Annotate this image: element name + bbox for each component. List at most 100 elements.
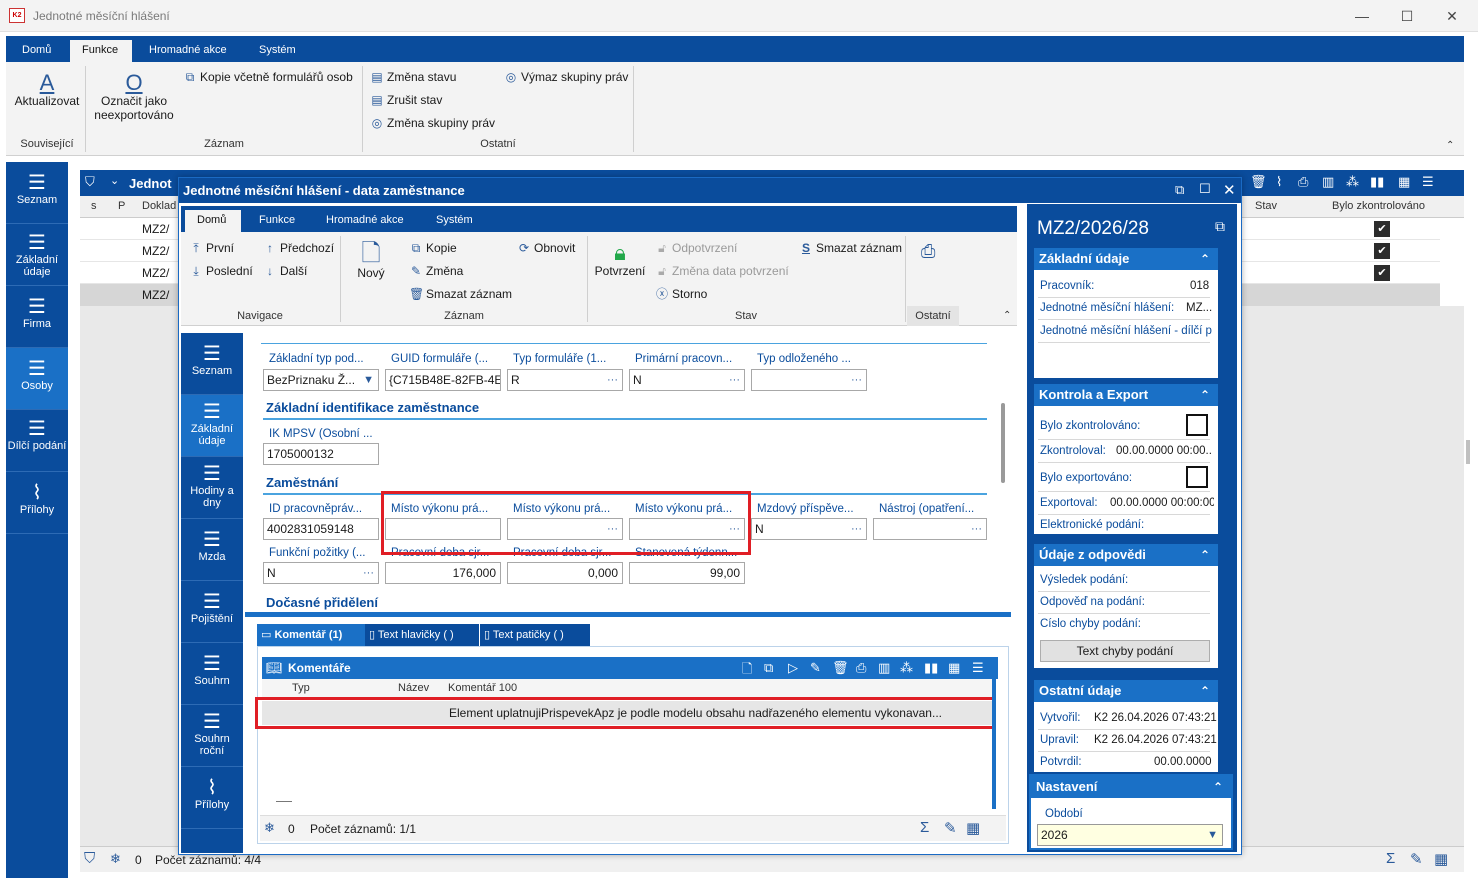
- restore-icon[interactable]: ⧉: [1175, 182, 1184, 198]
- nastroj-field[interactable]: ···: [873, 518, 987, 540]
- tab-domu[interactable]: Domů: [10, 36, 63, 62]
- checkbox-checked[interactable]: ✔: [1374, 243, 1390, 259]
- tab-system[interactable]: Systém: [424, 206, 485, 232]
- panel-header[interactable]: Ostatní údaje ⌃: [1034, 680, 1218, 702]
- odpotvrzeni-button[interactable]: 🔓︎ Odpotvrzení: [655, 241, 737, 255]
- col-stav[interactable]: Stav: [1255, 200, 1277, 212]
- checkbox-zkontrolovano[interactable]: [1186, 414, 1208, 436]
- nav-souhrn-rocni[interactable]: ☰ Souhrn roční: [181, 705, 243, 767]
- comments-scrollbar[interactable]: [992, 679, 996, 809]
- form-scrollbar[interactable]: [1001, 403, 1005, 483]
- primarni-pracovn-field[interactable]: N ···: [629, 369, 745, 391]
- chevron-up-icon[interactable]: ⌃: [1200, 248, 1210, 270]
- obdobi-field[interactable]: 2026 ▼: [1037, 824, 1223, 846]
- ellipsis-icon[interactable]: ···: [607, 370, 618, 390]
- col-zkontrolovano[interactable]: Bylo zkontrolováno: [1332, 200, 1425, 212]
- kopie-button[interactable]: ⧉ Kopie: [409, 241, 457, 255]
- excel-icon[interactable]: ▦: [948, 660, 960, 676]
- pencil-icon[interactable]: ✎: [810, 660, 821, 676]
- close-icon[interactable]: ✕: [1223, 181, 1236, 199]
- smazat-zaznam-button[interactable]: 🗑︎ Smazat záznam: [409, 287, 512, 301]
- tab-funkce[interactable]: Funkce: [247, 206, 307, 232]
- excel-icon[interactable]: ▦: [1398, 174, 1410, 190]
- checkbox-checked[interactable]: ✔: [1374, 221, 1390, 237]
- stanovena-tydenni-field[interactable]: 99,00: [629, 562, 745, 584]
- nav-souhrn[interactable]: ☰ Souhrn: [181, 643, 243, 705]
- chart-icon[interactable]: ▥: [1322, 174, 1334, 190]
- tree-icon[interactable]: ⁂: [900, 660, 913, 676]
- menu-icon[interactable]: ☰: [972, 660, 984, 676]
- storno-button[interactable]: ⓧ Storno: [655, 287, 707, 301]
- barcode-icon[interactable]: ▮▮: [1370, 174, 1384, 190]
- print-icon[interactable]: ⎙: [1298, 174, 1308, 190]
- tab-hromadne-akce[interactable]: Hromadné akce: [314, 206, 416, 232]
- chevron-up-icon[interactable]: ⌃: [1200, 544, 1210, 566]
- col-p[interactable]: P: [118, 200, 125, 212]
- barcode-icon[interactable]: ▮▮: [924, 660, 938, 676]
- oznacit-neexportovano-button[interactable]: O Označit jako neexportováno: [90, 72, 178, 123]
- col-doklad[interactable]: Doklad: [142, 200, 176, 212]
- guid-field[interactable]: {C715B48E-82FB-4E: [385, 369, 501, 391]
- dalsi-button[interactable]: ↓ Další: [263, 264, 307, 278]
- print-icon[interactable]: ⎙: [921, 241, 935, 262]
- checkbox-exportovano[interactable]: [1186, 466, 1208, 488]
- chevron-up-icon[interactable]: ⌃: [1200, 384, 1210, 406]
- predchozi-button[interactable]: ↑ Předchozí: [263, 241, 334, 255]
- potvrzeni-button[interactable]: 🔒︎ Potvrzení: [593, 242, 647, 279]
- text-chyby-podani-button[interactable]: Text chyby podání: [1040, 640, 1210, 662]
- nav-dilci-podani[interactable]: ☰ Dílčí podání: [6, 410, 68, 472]
- chart-icon[interactable]: ▥: [878, 660, 890, 676]
- col-typ[interactable]: Typ: [292, 682, 310, 694]
- posledni-button[interactable]: ⤓ Poslední: [189, 264, 252, 278]
- panel-header[interactable]: Základní údaje ⌃: [1034, 248, 1218, 270]
- pracovni-doba-1-field[interactable]: 176,000: [385, 562, 501, 584]
- maximize-icon[interactable]: ☐: [1199, 181, 1211, 197]
- grid-settings-icon[interactable]: ▦: [966, 819, 980, 837]
- delete-icon[interactable]: 🗑︎: [1250, 174, 1267, 190]
- chevron-down-icon[interactable]: ⌄: [110, 174, 119, 187]
- sum-icon[interactable]: Σ: [1386, 850, 1395, 867]
- nav-zakladni-udaje[interactable]: ☰ Základní údaje: [181, 395, 243, 457]
- collapse-ribbon-icon[interactable]: ⌃: [1003, 310, 1011, 321]
- minimize-icon[interactable]: —: [1347, 6, 1377, 26]
- nav-hodiny-a-dny[interactable]: ☰ Hodiny a dny: [181, 457, 243, 519]
- aktualizovat-button[interactable]: A Aktualizovat: [10, 72, 84, 109]
- snowflake-icon[interactable]: ❄: [110, 851, 121, 867]
- panel-header[interactable]: Údaje z odpovědi ⌃: [1034, 544, 1218, 566]
- tab-text-paticky[interactable]: ▯ Text patičky ( ): [480, 624, 590, 646]
- nav-seznam[interactable]: ☰ Seznam: [181, 333, 243, 395]
- splitter[interactable]: [245, 612, 1011, 617]
- nav-osoby[interactable]: ☰ Osoby: [6, 348, 68, 410]
- dropdown-icon[interactable]: ▼: [363, 370, 374, 390]
- checkbox-checked[interactable]: ✔: [1374, 265, 1390, 281]
- ellipsis-icon[interactable]: ···: [363, 563, 374, 583]
- zakladni-typ-field[interactable]: BezPriznaku Ž... ▼: [263, 369, 379, 391]
- tab-hromadne-akce[interactable]: Hromadné akce: [137, 36, 239, 62]
- prvni-button[interactable]: ⤒ První: [189, 241, 234, 255]
- nav-zakladni-udaje[interactable]: ☰ Základní údaje: [6, 224, 68, 286]
- dropdown-icon[interactable]: ▼: [1207, 825, 1218, 845]
- ellipsis-icon[interactable]: ···: [729, 370, 740, 390]
- close-icon[interactable]: ✕: [1437, 6, 1467, 26]
- panel-header[interactable]: Nastavení ⌃: [1031, 776, 1231, 798]
- mzdovy-prispevek-field[interactable]: N ···: [751, 518, 867, 540]
- zmena-data-potvrzeni-button[interactable]: 🔓︎ Změna data potvrzení: [655, 264, 789, 278]
- snowflake-icon[interactable]: ❄: [264, 820, 275, 836]
- ellipsis-icon[interactable]: ···: [851, 370, 862, 390]
- nav-pojisteni[interactable]: ☰ Pojištění: [181, 581, 243, 643]
- novy-button[interactable]: 🗋 Nový: [347, 242, 395, 281]
- nav-seznam[interactable]: ☰ Seznam: [6, 162, 68, 224]
- delete-icon[interactable]: 🗑︎: [832, 660, 849, 676]
- zmena-button[interactable]: ✎ Změna: [409, 264, 463, 278]
- ellipsis-icon[interactable]: ···: [971, 519, 982, 539]
- copy-icon[interactable]: ⧉: [764, 660, 773, 676]
- edit-icon[interactable]: ✎: [944, 819, 957, 837]
- chevron-up-icon[interactable]: ⌃: [1213, 776, 1223, 798]
- ellipsis-icon[interactable]: ···: [851, 519, 862, 539]
- maximize-icon[interactable]: ☐: [1392, 6, 1422, 26]
- collapse-ribbon-icon[interactable]: ⌃: [1446, 140, 1454, 151]
- col-s[interactable]: s: [91, 200, 97, 212]
- col-komentar[interactable]: Komentář 100: [448, 682, 517, 694]
- vymaz-skupiny-prav-button[interactable]: ◎ Výmaz skupiny práv: [504, 70, 629, 84]
- filter-icon[interactable]: ⛉: [84, 850, 95, 867]
